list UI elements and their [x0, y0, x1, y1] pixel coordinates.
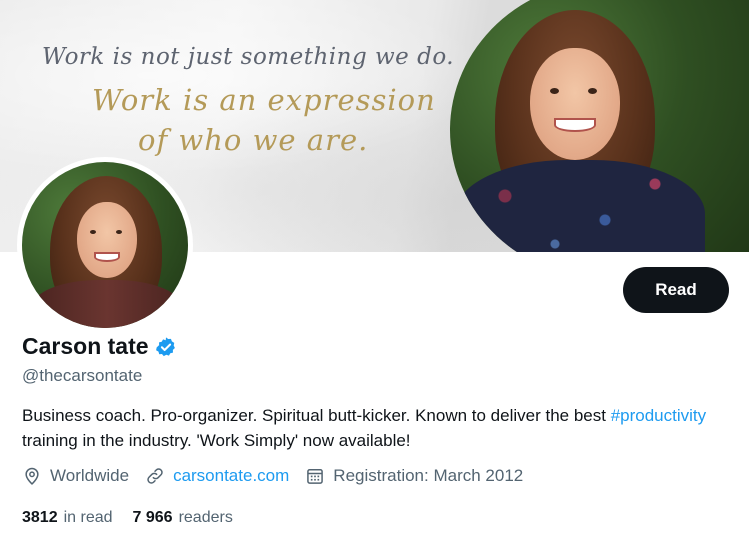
- display-name: Carson tate: [22, 333, 149, 359]
- location-item: Worldwide: [22, 466, 129, 486]
- readers-stat[interactable]: 7 966 readers: [133, 509, 233, 527]
- avatar-photo: [22, 162, 188, 328]
- profile-avatar[interactable]: [17, 157, 193, 333]
- verified-badge-icon[interactable]: [155, 336, 177, 358]
- banner-quote-line-1: Work is not just something we do.: [42, 44, 455, 70]
- profile-meta-row: Worldwide carsontate.com Registration: M…: [22, 466, 539, 486]
- name-row: Carson tate: [22, 333, 177, 360]
- in-read-stat[interactable]: 3812 in read: [22, 509, 113, 527]
- registration-text: Registration: March 2012: [333, 466, 524, 485]
- link-icon: [147, 468, 163, 484]
- bio-text-start: Business coach. Pro-organizer. Spiritual…: [22, 406, 611, 425]
- read-button[interactable]: Read: [623, 267, 729, 313]
- calendar-icon: [307, 469, 324, 484]
- profile-bio: Business coach. Pro-organizer. Spiritual…: [22, 403, 722, 453]
- profile-handle: @thecarsontate: [22, 366, 143, 385]
- bio-hashtag-link[interactable]: #productivity: [611, 406, 706, 425]
- readers-label: readers: [178, 509, 233, 526]
- registration-item: Registration: March 2012: [305, 466, 523, 486]
- in-read-label: in read: [63, 509, 113, 526]
- website-item[interactable]: carsontate.com: [145, 466, 289, 486]
- profile-stats-row: 3812 in read 7 966 readers: [22, 509, 253, 527]
- website-link[interactable]: carsontate.com: [173, 466, 289, 486]
- banner-quote-line-3: of who we are.: [138, 123, 369, 157]
- banner-portrait-photo: [450, 0, 749, 252]
- bio-text-end: training in the industry. 'Work Simply' …: [22, 431, 411, 450]
- banner-quote-line-2: Work is an expression: [92, 83, 436, 117]
- location-pin-icon: [25, 467, 39, 485]
- in-read-count: 3812: [22, 509, 58, 526]
- readers-count: 7 966: [132, 509, 173, 526]
- location-text: Worldwide: [50, 466, 130, 485]
